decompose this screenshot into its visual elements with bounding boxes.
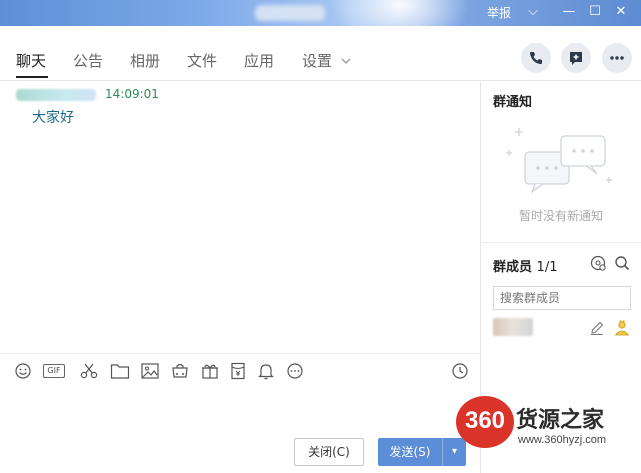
close-button[interactable]: 关闭(C): [294, 438, 364, 466]
screenshot-button[interactable]: [79, 362, 99, 380]
shop-icon: [172, 363, 188, 378]
tab-files[interactable]: 文件: [187, 50, 217, 71]
message-text: 大家好: [32, 110, 74, 126]
phone-icon: [530, 52, 542, 64]
image-button[interactable]: [140, 362, 160, 380]
phone-button[interactable]: [521, 43, 551, 73]
tab-bar: 聊天 公告 相册 文件 应用 设置: [0, 26, 641, 81]
tab-settings[interactable]: 设置: [302, 50, 332, 71]
member-search-input[interactable]: [493, 286, 631, 310]
chat-message-area[interactable]: 14:09:01 大家好: [0, 82, 480, 352]
more-options-button[interactable]: [285, 362, 305, 380]
bell-icon: [258, 364, 274, 380]
send-button[interactable]: 发送(S): [378, 438, 442, 466]
image-icon: [141, 363, 159, 379]
member-settings-icon[interactable]: [589, 254, 607, 272]
more-icon: [610, 56, 624, 60]
members-count: 1/1: [536, 260, 558, 275]
red-packet-icon: [231, 362, 245, 380]
input-toolbar: GIF: [0, 353, 480, 387]
chevron-down-icon[interactable]: [340, 56, 352, 66]
watermark-url: www.360hyzj.com: [518, 434, 607, 446]
tab-chat[interactable]: 聊天: [16, 50, 46, 71]
maximize-button[interactable]: ☐: [584, 2, 606, 22]
member-avatar[interactable]: [493, 318, 533, 336]
edit-icon[interactable]: [589, 320, 605, 336]
gif-icon[interactable]: GIF: [43, 364, 65, 378]
watermark-logo: 360: [464, 407, 506, 434]
title-bar: 举报 ⌵ — ☐ ✕: [0, 0, 641, 50]
gift-button[interactable]: [200, 362, 220, 380]
sidebar-divider: [481, 242, 641, 243]
group-members-title: 群成员 1/1: [493, 256, 557, 275]
message-time: 14:09:01: [105, 87, 159, 101]
active-tab-underline: [16, 76, 48, 78]
tab-apps[interactable]: 应用: [244, 50, 274, 71]
group-notice-title: 群通知: [493, 95, 533, 110]
site-watermark: 360 货源之家 www.360hyzj.com: [456, 396, 641, 454]
search-icon[interactable]: [613, 254, 631, 272]
window-title-blurred: [255, 5, 325, 21]
report-link[interactable]: 举报: [487, 4, 511, 21]
folder-icon: [110, 364, 130, 379]
group-owner-icon: [614, 320, 630, 336]
chevron-down-icon[interactable]: ⌵: [522, 2, 544, 22]
minimize-button[interactable]: —: [558, 2, 580, 22]
watermark-brand: 货源之家: [516, 408, 605, 433]
tab-album[interactable]: 相册: [130, 50, 160, 71]
red-packet-button[interactable]: [228, 362, 248, 380]
more-button[interactable]: [602, 43, 632, 73]
shop-button[interactable]: [170, 362, 190, 380]
emoji-button[interactable]: [13, 362, 33, 380]
add-button[interactable]: [561, 43, 591, 73]
members-title-label: 群成员: [493, 260, 533, 275]
gift-icon: [202, 364, 218, 379]
history-icon: [452, 363, 468, 379]
add-icon: [570, 52, 582, 65]
emoji-icon: [15, 363, 31, 379]
no-notice-text: 暂时没有新通知: [518, 209, 603, 223]
tab-announcement[interactable]: 公告: [73, 50, 103, 71]
close-window-button[interactable]: ✕: [610, 2, 632, 22]
more-options-icon: [287, 363, 303, 379]
empty-notice-illustration: [506, 128, 612, 194]
scissors-icon: [80, 363, 98, 379]
history-button[interactable]: [450, 362, 470, 380]
sender-name-blurred: [16, 89, 96, 101]
file-button[interactable]: [110, 362, 130, 380]
reminder-button[interactable]: [256, 362, 276, 380]
